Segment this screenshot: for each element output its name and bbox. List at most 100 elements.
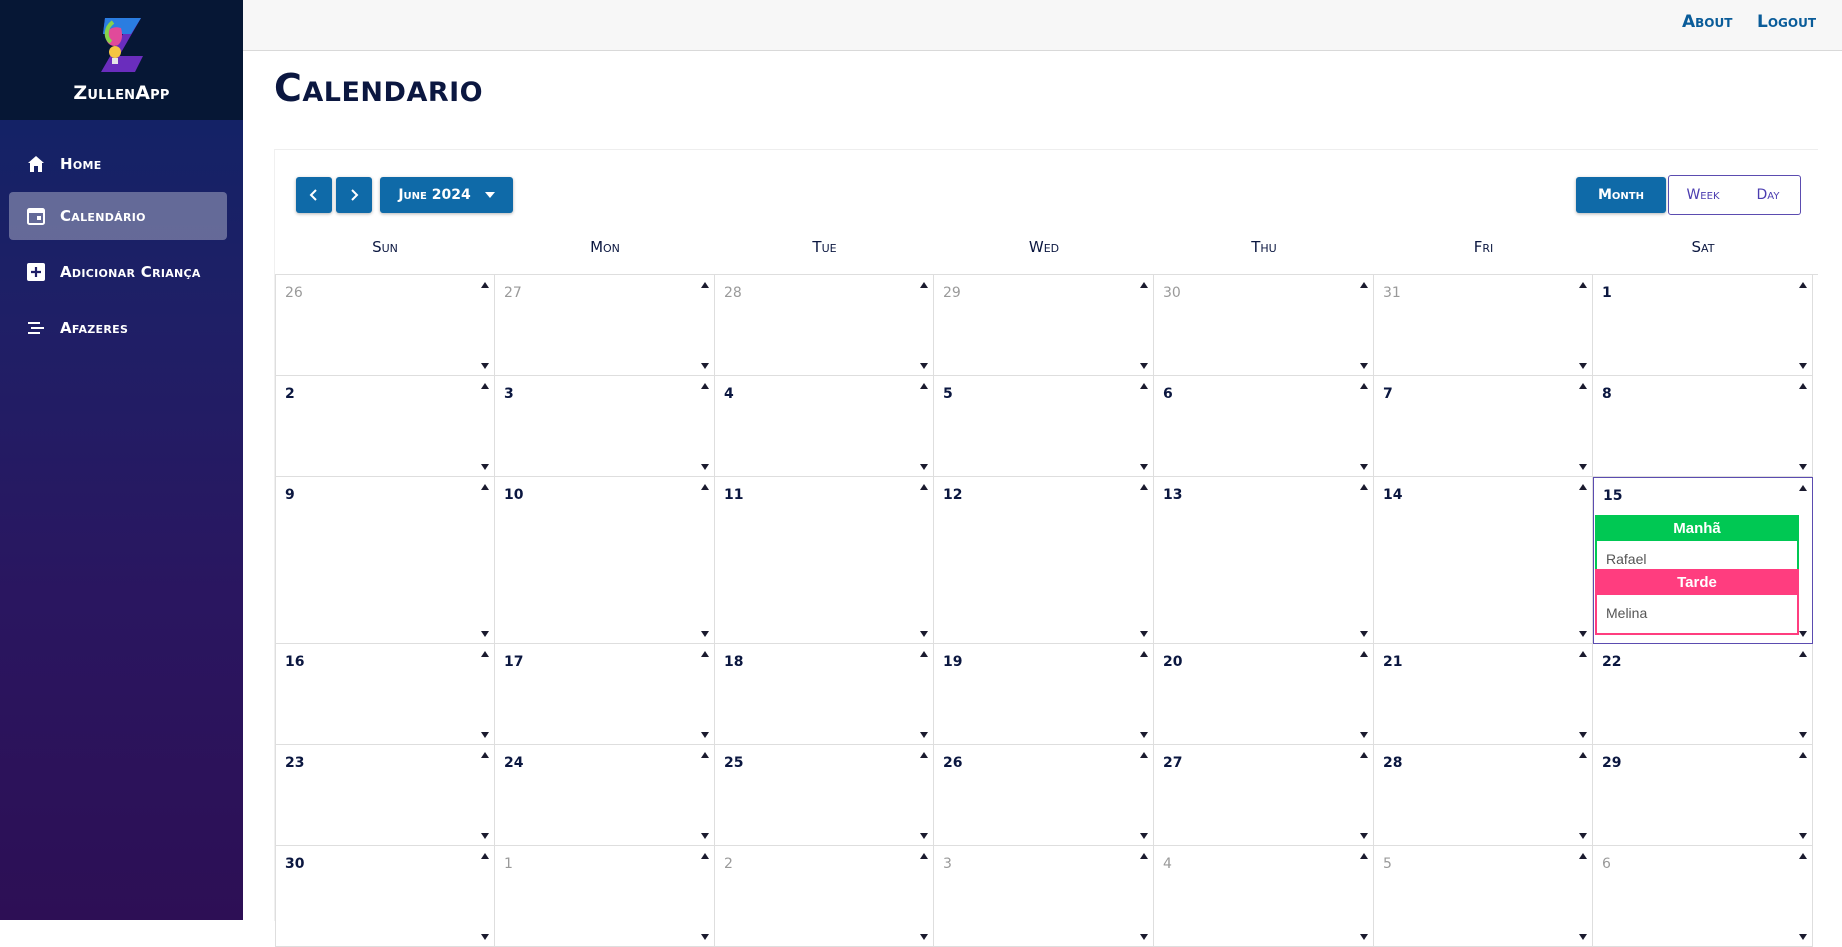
scroll-up-icon[interactable] bbox=[481, 282, 489, 288]
day-cell[interactable]: 17 bbox=[495, 644, 715, 745]
scroll-down-icon[interactable] bbox=[701, 934, 709, 940]
scroll-up-icon[interactable] bbox=[701, 383, 709, 389]
event-card[interactable]: Tarde Melina bbox=[1595, 569, 1799, 635]
scroll-up-icon[interactable] bbox=[1579, 752, 1587, 758]
day-cell[interactable]: 3 bbox=[934, 846, 1154, 947]
scroll-up-icon[interactable] bbox=[920, 752, 928, 758]
scroll-up-icon[interactable] bbox=[1579, 383, 1587, 389]
scroll-down-icon[interactable] bbox=[1360, 464, 1368, 470]
scroll-up-icon[interactable] bbox=[1140, 752, 1148, 758]
day-cell[interactable]: 1 bbox=[495, 846, 715, 947]
scroll-up-icon[interactable] bbox=[1579, 853, 1587, 859]
scroll-down-icon[interactable] bbox=[1140, 732, 1148, 738]
next-month-button[interactable] bbox=[336, 177, 372, 213]
scroll-up-icon[interactable] bbox=[481, 651, 489, 657]
scroll-up-icon[interactable] bbox=[481, 484, 489, 490]
day-cell[interactable]: 6 bbox=[1154, 376, 1374, 477]
day-cell[interactable]: 6 bbox=[1593, 846, 1813, 947]
logout-link[interactable]: Logout bbox=[1757, 12, 1816, 32]
view-month-button[interactable]: Month bbox=[1576, 177, 1666, 213]
scroll-up-icon[interactable] bbox=[701, 853, 709, 859]
scroll-up-icon[interactable] bbox=[920, 383, 928, 389]
scroll-down-icon[interactable] bbox=[1799, 464, 1807, 470]
scroll-up-icon[interactable] bbox=[701, 752, 709, 758]
scroll-up-icon[interactable] bbox=[1579, 651, 1587, 657]
scroll-down-icon[interactable] bbox=[1140, 464, 1148, 470]
day-cell[interactable]: 15 Manhã Rafael Tarde Melina bbox=[1593, 477, 1813, 644]
day-cell[interactable]: 18 bbox=[715, 644, 934, 745]
scroll-up-icon[interactable] bbox=[1799, 485, 1807, 491]
day-cell[interactable]: 4 bbox=[1154, 846, 1374, 947]
scroll-up-icon[interactable] bbox=[701, 484, 709, 490]
scroll-down-icon[interactable] bbox=[1360, 934, 1368, 940]
scroll-down-icon[interactable] bbox=[1360, 833, 1368, 839]
scroll-up-icon[interactable] bbox=[1140, 651, 1148, 657]
scroll-up-icon[interactable] bbox=[1360, 282, 1368, 288]
day-cell[interactable]: 26 bbox=[275, 275, 495, 376]
scroll-down-icon[interactable] bbox=[1140, 363, 1148, 369]
scroll-up-icon[interactable] bbox=[701, 282, 709, 288]
scroll-up-icon[interactable] bbox=[1140, 282, 1148, 288]
scroll-down-icon[interactable] bbox=[920, 631, 928, 637]
scroll-down-icon[interactable] bbox=[920, 732, 928, 738]
about-link[interactable]: About bbox=[1682, 12, 1732, 32]
scroll-down-icon[interactable] bbox=[1360, 631, 1368, 637]
scroll-up-icon[interactable] bbox=[481, 383, 489, 389]
day-cell[interactable]: 30 bbox=[275, 846, 495, 947]
day-cell[interactable]: 27 bbox=[495, 275, 715, 376]
scroll-down-icon[interactable] bbox=[481, 833, 489, 839]
scroll-down-icon[interactable] bbox=[1579, 631, 1587, 637]
day-cell[interactable]: 24 bbox=[495, 745, 715, 846]
sidebar-item-calendario[interactable]: Calendário bbox=[9, 192, 227, 240]
day-cell[interactable]: 29 bbox=[1593, 745, 1813, 846]
day-cell[interactable]: 31 bbox=[1374, 275, 1593, 376]
scroll-down-icon[interactable] bbox=[1799, 363, 1807, 369]
day-cell[interactable]: 25 bbox=[715, 745, 934, 846]
scroll-down-icon[interactable] bbox=[1579, 833, 1587, 839]
scroll-down-icon[interactable] bbox=[1140, 631, 1148, 637]
scroll-down-icon[interactable] bbox=[920, 363, 928, 369]
scroll-up-icon[interactable] bbox=[1360, 383, 1368, 389]
scroll-down-icon[interactable] bbox=[1360, 363, 1368, 369]
day-cell[interactable]: 9 bbox=[275, 477, 495, 644]
day-cell[interactable]: 19 bbox=[934, 644, 1154, 745]
scroll-up-icon[interactable] bbox=[1140, 484, 1148, 490]
day-cell[interactable]: 23 bbox=[275, 745, 495, 846]
scroll-down-icon[interactable] bbox=[481, 732, 489, 738]
scroll-up-icon[interactable] bbox=[1140, 383, 1148, 389]
day-cell[interactable]: 5 bbox=[1374, 846, 1593, 947]
scroll-up-icon[interactable] bbox=[1579, 484, 1587, 490]
day-cell[interactable]: 22 bbox=[1593, 644, 1813, 745]
scroll-up-icon[interactable] bbox=[1360, 853, 1368, 859]
scroll-down-icon[interactable] bbox=[1360, 732, 1368, 738]
day-cell[interactable]: 28 bbox=[1374, 745, 1593, 846]
scroll-up-icon[interactable] bbox=[481, 752, 489, 758]
scroll-down-icon[interactable] bbox=[1799, 934, 1807, 940]
scroll-up-icon[interactable] bbox=[1799, 853, 1807, 859]
scroll-down-icon[interactable] bbox=[1579, 464, 1587, 470]
sidebar-item-afazeres[interactable]: Afazeres bbox=[9, 304, 227, 352]
day-cell[interactable]: 21 bbox=[1374, 644, 1593, 745]
scroll-down-icon[interactable] bbox=[701, 464, 709, 470]
scroll-up-icon[interactable] bbox=[920, 484, 928, 490]
scroll-down-icon[interactable] bbox=[920, 934, 928, 940]
day-cell[interactable]: 16 bbox=[275, 644, 495, 745]
brand[interactable]: ZullenApp bbox=[0, 0, 243, 120]
scroll-up-icon[interactable] bbox=[701, 651, 709, 657]
scroll-up-icon[interactable] bbox=[920, 853, 928, 859]
day-cell[interactable]: 26 bbox=[934, 745, 1154, 846]
scroll-down-icon[interactable] bbox=[481, 464, 489, 470]
scroll-down-icon[interactable] bbox=[481, 363, 489, 369]
day-cell[interactable]: 29 bbox=[934, 275, 1154, 376]
scroll-up-icon[interactable] bbox=[1799, 282, 1807, 288]
scroll-down-icon[interactable] bbox=[481, 631, 489, 637]
day-cell[interactable]: 2 bbox=[715, 846, 934, 947]
scroll-up-icon[interactable] bbox=[1360, 484, 1368, 490]
scroll-down-icon[interactable] bbox=[1579, 732, 1587, 738]
scroll-up-icon[interactable] bbox=[920, 282, 928, 288]
scroll-down-icon[interactable] bbox=[1799, 732, 1807, 738]
day-cell[interactable]: 12 bbox=[934, 477, 1154, 644]
sidebar-item-home[interactable]: Home bbox=[9, 140, 227, 188]
scroll-up-icon[interactable] bbox=[920, 651, 928, 657]
month-picker-button[interactable]: June 2024 bbox=[380, 177, 513, 213]
